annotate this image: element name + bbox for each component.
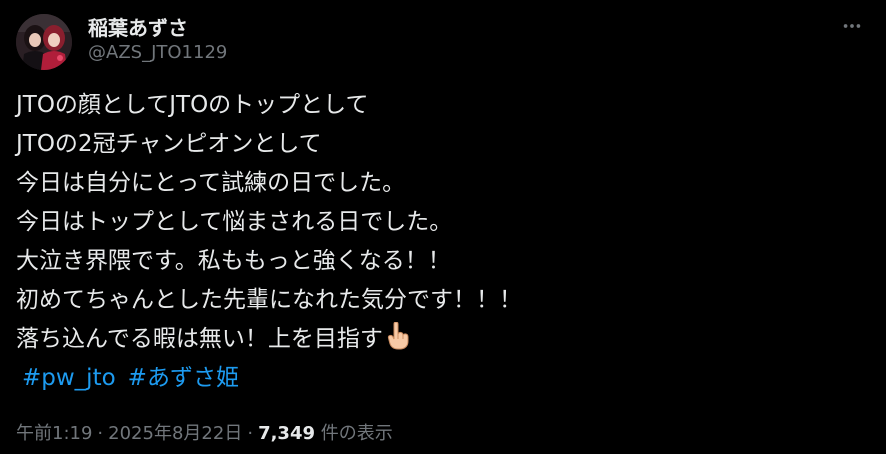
more-horizontal-icon <box>843 24 861 28</box>
tweet-date: 2025年8月22日 <box>108 423 243 444</box>
views-count: 7,349 <box>258 423 315 444</box>
hashtag-row: #pw_jto #あずさ姫 <box>16 359 856 398</box>
author-handle[interactable]: @AZS_JTO1129 <box>88 42 227 63</box>
views-link[interactable]: 7,349 件の表示 <box>258 423 393 444</box>
hashtag-link[interactable]: #pw_jto <box>22 365 116 391</box>
more-button[interactable] <box>834 8 870 44</box>
tweet-line-last: 落ち込んでる暇は無い！上を目指す <box>16 320 856 359</box>
tweet-line: 今日は自分にとって試練の日でした。 <box>16 170 406 196</box>
pointing-up-hand-icon <box>385 321 411 363</box>
tweet-time-link[interactable]: 午前1:19 · 2025年8月22日 <box>16 423 242 444</box>
tweet-time: 午前1:19 <box>16 423 93 444</box>
tweet-card: 稲葉あずさ @AZS_JTO1129 JTOの顔としてJTOのトップとして JT… <box>0 0 886 454</box>
avatar[interactable] <box>16 14 72 70</box>
author-display-name[interactable]: 稲葉あずさ <box>88 12 188 41</box>
meta-separator: · <box>97 423 104 444</box>
tweet-line-text: 落ち込んでる暇は無い！上を目指す <box>16 326 383 352</box>
tweet-text: JTOの顔としてJTOのトップとして JTOの2冠チャンピオンとして 今日は自分… <box>16 86 856 398</box>
views-label: 件の表示 <box>320 423 393 444</box>
hashtag-link[interactable]: #あずさ姫 <box>128 365 239 391</box>
tweet-line: 大泣き界隈です。私ももっと強くなる！！ <box>16 248 451 274</box>
avatar-image <box>16 14 72 70</box>
tweet-line: JTOの2冠チャンピオンとして <box>16 131 322 157</box>
tweet-line: JTOの顔としてJTOのトップとして <box>16 92 369 118</box>
tweet-line: 今日はトップとして悩まされる日でした。 <box>16 209 453 235</box>
tweet-meta: 午前1:19 · 2025年8月22日 · 7,349 件の表示 <box>16 419 393 445</box>
tweet-line: 初めてちゃんとした先輩になれた気分です！！！ <box>16 287 522 313</box>
meta-separator: · <box>247 423 254 444</box>
